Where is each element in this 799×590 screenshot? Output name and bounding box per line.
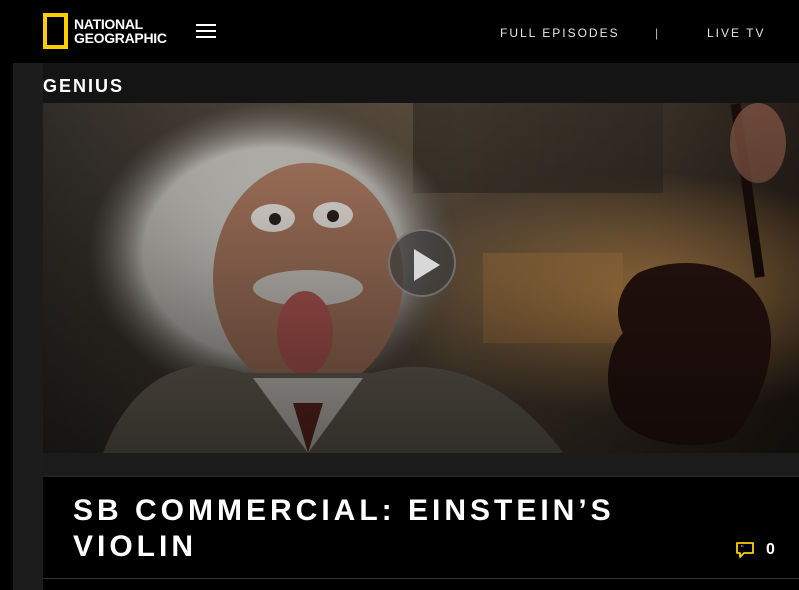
show-title[interactable]: GENIUS [43, 76, 124, 97]
comment-bubble-icon: “ [736, 542, 754, 558]
logo-wordmark: NATIONAL GEOGRAPHIC [74, 17, 167, 45]
nav-full-episodes[interactable]: FULL EPISODES [500, 26, 620, 40]
comments-button[interactable]: “ 0 [736, 541, 775, 559]
play-icon [414, 249, 440, 281]
logo-line-2: GEOGRAPHIC [74, 30, 167, 46]
nav-live-tv[interactable]: LIVE TV [707, 26, 765, 40]
yellow-border-logo-icon [43, 13, 68, 49]
nav-separator: | [655, 26, 659, 40]
show-title-bar: GENIUS [43, 63, 799, 103]
play-button[interactable] [388, 229, 456, 297]
divider [43, 578, 799, 579]
natgeo-logo[interactable]: NATIONAL GEOGRAPHIC [43, 13, 167, 49]
video-info: SB COMMERCIAL: EINSTEIN’S VIOLIN “ 0 [43, 475, 799, 590]
site-header: NATIONAL GEOGRAPHIC FULL EPISODES | LIVE… [0, 0, 799, 63]
comment-count: 0 [766, 541, 775, 558]
logo-line-1: NATIONAL [74, 16, 143, 32]
svg-text:“: “ [741, 544, 744, 553]
video-player[interactable] [43, 103, 799, 453]
left-gutter [13, 63, 43, 590]
player-controls-strip [43, 453, 799, 475]
video-title: SB COMMERCIAL: EINSTEIN’S VIOLIN [73, 494, 615, 563]
hamburger-menu-icon[interactable] [196, 24, 216, 40]
divider [43, 475, 799, 477]
page: NATIONAL GEOGRAPHIC FULL EPISODES | LIVE… [0, 0, 799, 590]
